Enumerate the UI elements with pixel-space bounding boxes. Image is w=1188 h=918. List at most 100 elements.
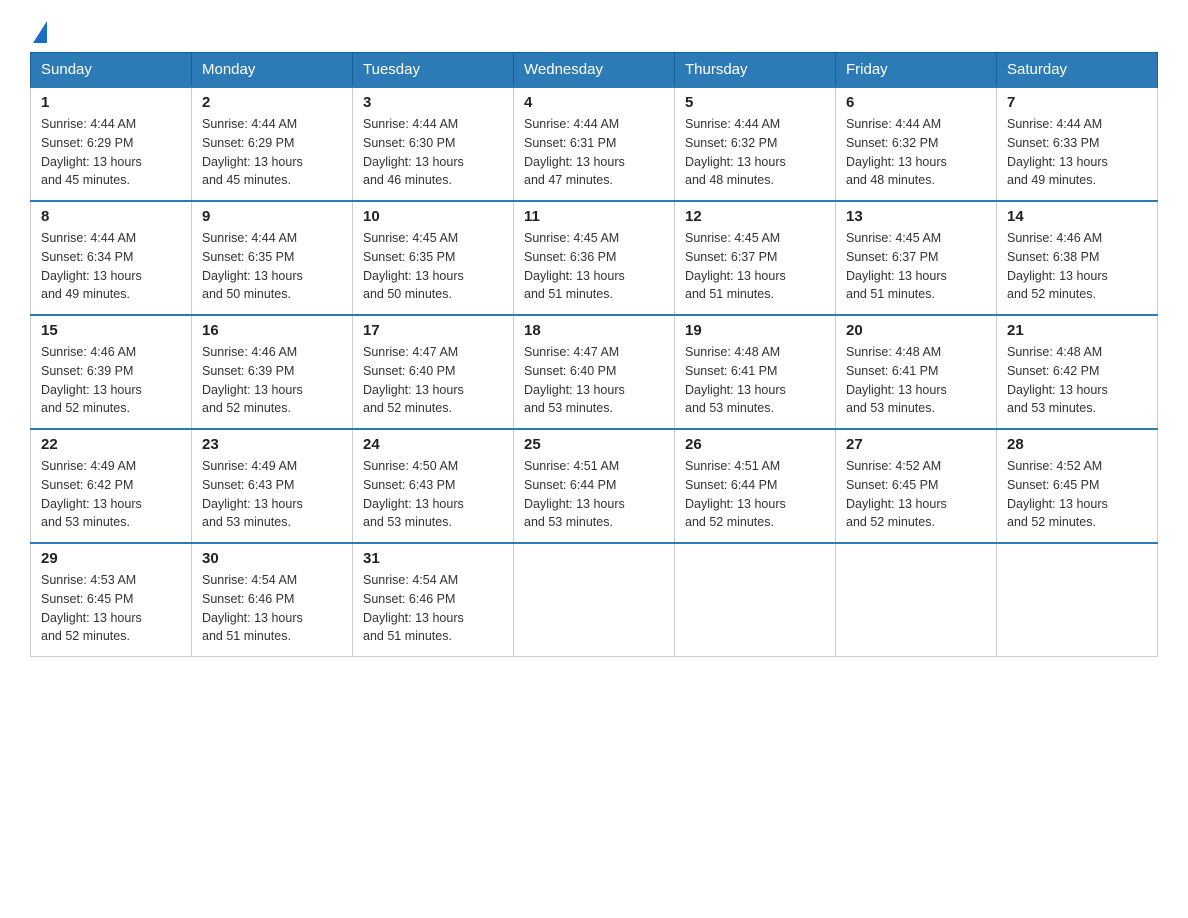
- day-info: Sunrise: 4:44 AM Sunset: 6:31 PM Dayligh…: [524, 115, 664, 190]
- day-info: Sunrise: 4:53 AM Sunset: 6:45 PM Dayligh…: [41, 571, 181, 646]
- day-info: Sunrise: 4:54 AM Sunset: 6:46 PM Dayligh…: [363, 571, 503, 646]
- calendar-header-row: SundayMondayTuesdayWednesdayThursdayFrid…: [31, 53, 1158, 88]
- calendar-cell: 11 Sunrise: 4:45 AM Sunset: 6:36 PM Dayl…: [514, 201, 675, 315]
- calendar-cell: 22 Sunrise: 4:49 AM Sunset: 6:42 PM Dayl…: [31, 429, 192, 543]
- weekday-header-sunday: Sunday: [31, 53, 192, 88]
- day-number: 20: [846, 322, 986, 339]
- calendar-cell: 3 Sunrise: 4:44 AM Sunset: 6:30 PM Dayli…: [353, 87, 514, 201]
- weekday-header-thursday: Thursday: [675, 53, 836, 88]
- day-info: Sunrise: 4:44 AM Sunset: 6:33 PM Dayligh…: [1007, 115, 1147, 190]
- day-info: Sunrise: 4:44 AM Sunset: 6:29 PM Dayligh…: [202, 115, 342, 190]
- day-number: 7: [1007, 94, 1147, 111]
- day-number: 9: [202, 208, 342, 225]
- logo-triangle-icon: [33, 21, 47, 43]
- calendar-week-row: 8 Sunrise: 4:44 AM Sunset: 6:34 PM Dayli…: [31, 201, 1158, 315]
- calendar-cell: 15 Sunrise: 4:46 AM Sunset: 6:39 PM Dayl…: [31, 315, 192, 429]
- day-number: 12: [685, 208, 825, 225]
- calendar-cell: 2 Sunrise: 4:44 AM Sunset: 6:29 PM Dayli…: [192, 87, 353, 201]
- day-number: 2: [202, 94, 342, 111]
- calendar-cell: 12 Sunrise: 4:45 AM Sunset: 6:37 PM Dayl…: [675, 201, 836, 315]
- page-header: [30, 20, 1158, 42]
- calendar-cell: 13 Sunrise: 4:45 AM Sunset: 6:37 PM Dayl…: [836, 201, 997, 315]
- day-number: 19: [685, 322, 825, 339]
- weekday-header-monday: Monday: [192, 53, 353, 88]
- calendar-cell: [997, 543, 1158, 657]
- day-number: 4: [524, 94, 664, 111]
- day-number: 15: [41, 322, 181, 339]
- day-number: 24: [363, 436, 503, 453]
- day-number: 5: [685, 94, 825, 111]
- calendar-cell: 6 Sunrise: 4:44 AM Sunset: 6:32 PM Dayli…: [836, 87, 997, 201]
- day-info: Sunrise: 4:44 AM Sunset: 6:30 PM Dayligh…: [363, 115, 503, 190]
- weekday-header-saturday: Saturday: [997, 53, 1158, 88]
- day-number: 23: [202, 436, 342, 453]
- day-info: Sunrise: 4:52 AM Sunset: 6:45 PM Dayligh…: [846, 457, 986, 532]
- calendar-cell: 21 Sunrise: 4:48 AM Sunset: 6:42 PM Dayl…: [997, 315, 1158, 429]
- day-number: 14: [1007, 208, 1147, 225]
- day-number: 26: [685, 436, 825, 453]
- day-number: 6: [846, 94, 986, 111]
- calendar-cell: 17 Sunrise: 4:47 AM Sunset: 6:40 PM Dayl…: [353, 315, 514, 429]
- day-info: Sunrise: 4:46 AM Sunset: 6:39 PM Dayligh…: [41, 343, 181, 418]
- calendar-cell: 25 Sunrise: 4:51 AM Sunset: 6:44 PM Dayl…: [514, 429, 675, 543]
- day-info: Sunrise: 4:50 AM Sunset: 6:43 PM Dayligh…: [363, 457, 503, 532]
- day-number: 3: [363, 94, 503, 111]
- calendar-cell: 8 Sunrise: 4:44 AM Sunset: 6:34 PM Dayli…: [31, 201, 192, 315]
- weekday-header-tuesday: Tuesday: [353, 53, 514, 88]
- calendar-cell: 10 Sunrise: 4:45 AM Sunset: 6:35 PM Dayl…: [353, 201, 514, 315]
- calendar-cell: 1 Sunrise: 4:44 AM Sunset: 6:29 PM Dayli…: [31, 87, 192, 201]
- day-info: Sunrise: 4:44 AM Sunset: 6:29 PM Dayligh…: [41, 115, 181, 190]
- day-info: Sunrise: 4:52 AM Sunset: 6:45 PM Dayligh…: [1007, 457, 1147, 532]
- day-number: 31: [363, 550, 503, 567]
- day-info: Sunrise: 4:48 AM Sunset: 6:41 PM Dayligh…: [846, 343, 986, 418]
- day-number: 27: [846, 436, 986, 453]
- day-info: Sunrise: 4:45 AM Sunset: 6:35 PM Dayligh…: [363, 229, 503, 304]
- calendar-cell: 7 Sunrise: 4:44 AM Sunset: 6:33 PM Dayli…: [997, 87, 1158, 201]
- day-info: Sunrise: 4:44 AM Sunset: 6:34 PM Dayligh…: [41, 229, 181, 304]
- day-info: Sunrise: 4:44 AM Sunset: 6:32 PM Dayligh…: [685, 115, 825, 190]
- calendar-cell: 16 Sunrise: 4:46 AM Sunset: 6:39 PM Dayl…: [192, 315, 353, 429]
- day-number: 10: [363, 208, 503, 225]
- weekday-header-wednesday: Wednesday: [514, 53, 675, 88]
- day-info: Sunrise: 4:49 AM Sunset: 6:42 PM Dayligh…: [41, 457, 181, 532]
- calendar-table: SundayMondayTuesdayWednesdayThursdayFrid…: [30, 52, 1158, 657]
- day-number: 29: [41, 550, 181, 567]
- calendar-cell: 18 Sunrise: 4:47 AM Sunset: 6:40 PM Dayl…: [514, 315, 675, 429]
- day-number: 17: [363, 322, 503, 339]
- calendar-cell: 29 Sunrise: 4:53 AM Sunset: 6:45 PM Dayl…: [31, 543, 192, 657]
- day-info: Sunrise: 4:47 AM Sunset: 6:40 PM Dayligh…: [524, 343, 664, 418]
- day-info: Sunrise: 4:54 AM Sunset: 6:46 PM Dayligh…: [202, 571, 342, 646]
- day-info: Sunrise: 4:46 AM Sunset: 6:38 PM Dayligh…: [1007, 229, 1147, 304]
- day-number: 21: [1007, 322, 1147, 339]
- logo: [30, 20, 47, 42]
- calendar-cell: 26 Sunrise: 4:51 AM Sunset: 6:44 PM Dayl…: [675, 429, 836, 543]
- day-number: 11: [524, 208, 664, 225]
- calendar-cell: 30 Sunrise: 4:54 AM Sunset: 6:46 PM Dayl…: [192, 543, 353, 657]
- day-number: 13: [846, 208, 986, 225]
- day-info: Sunrise: 4:44 AM Sunset: 6:35 PM Dayligh…: [202, 229, 342, 304]
- day-info: Sunrise: 4:45 AM Sunset: 6:37 PM Dayligh…: [846, 229, 986, 304]
- calendar-cell: 9 Sunrise: 4:44 AM Sunset: 6:35 PM Dayli…: [192, 201, 353, 315]
- day-number: 30: [202, 550, 342, 567]
- day-number: 18: [524, 322, 664, 339]
- calendar-week-row: 29 Sunrise: 4:53 AM Sunset: 6:45 PM Dayl…: [31, 543, 1158, 657]
- day-info: Sunrise: 4:47 AM Sunset: 6:40 PM Dayligh…: [363, 343, 503, 418]
- calendar-cell: 5 Sunrise: 4:44 AM Sunset: 6:32 PM Dayli…: [675, 87, 836, 201]
- day-info: Sunrise: 4:48 AM Sunset: 6:42 PM Dayligh…: [1007, 343, 1147, 418]
- calendar-week-row: 22 Sunrise: 4:49 AM Sunset: 6:42 PM Dayl…: [31, 429, 1158, 543]
- day-info: Sunrise: 4:45 AM Sunset: 6:36 PM Dayligh…: [524, 229, 664, 304]
- day-number: 28: [1007, 436, 1147, 453]
- day-number: 25: [524, 436, 664, 453]
- day-info: Sunrise: 4:51 AM Sunset: 6:44 PM Dayligh…: [685, 457, 825, 532]
- calendar-cell: 31 Sunrise: 4:54 AM Sunset: 6:46 PM Dayl…: [353, 543, 514, 657]
- calendar-cell: 19 Sunrise: 4:48 AM Sunset: 6:41 PM Dayl…: [675, 315, 836, 429]
- calendar-cell: [514, 543, 675, 657]
- calendar-week-row: 1 Sunrise: 4:44 AM Sunset: 6:29 PM Dayli…: [31, 87, 1158, 201]
- calendar-cell: 20 Sunrise: 4:48 AM Sunset: 6:41 PM Dayl…: [836, 315, 997, 429]
- day-info: Sunrise: 4:49 AM Sunset: 6:43 PM Dayligh…: [202, 457, 342, 532]
- day-info: Sunrise: 4:46 AM Sunset: 6:39 PM Dayligh…: [202, 343, 342, 418]
- day-number: 1: [41, 94, 181, 111]
- calendar-cell: 27 Sunrise: 4:52 AM Sunset: 6:45 PM Dayl…: [836, 429, 997, 543]
- weekday-header-friday: Friday: [836, 53, 997, 88]
- calendar-cell: [675, 543, 836, 657]
